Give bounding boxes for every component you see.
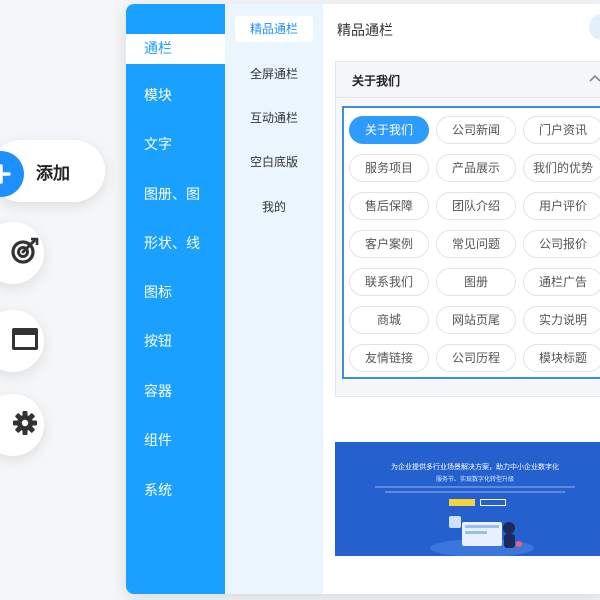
content-title: 精品通栏 — [337, 23, 393, 39]
content-toggle[interactable] — [589, 14, 600, 40]
category-item-text[interactable]: 文字 — [126, 130, 225, 160]
tag-item[interactable]: 用户评价 — [523, 192, 600, 220]
tag-item[interactable]: 友情链接 — [349, 344, 429, 372]
subcategory-item-blank[interactable]: 空白底版 — [235, 149, 313, 175]
tag-item[interactable]: 公司报价 — [523, 230, 600, 258]
tag-about-us[interactable]: 关于我们 — [349, 116, 429, 144]
tag-item[interactable]: 联系我们 — [349, 268, 429, 296]
promo-button-secondary — [480, 499, 506, 506]
category-item-shapes[interactable]: 形状、线 — [126, 229, 225, 259]
tag-item[interactable]: 实力说明 — [523, 306, 600, 334]
category-item-widgets[interactable]: 组件 — [126, 426, 225, 456]
subcategory-item-mine[interactable]: 我的 — [235, 194, 313, 220]
target-button[interactable] — [0, 222, 44, 284]
template-preview-banner[interactable]: 为企业提供多行业场景解决方案，助力中小企业数字化 服务节、实现数字化转型升级 — [335, 442, 600, 556]
floating-toolbar: 添加 — [0, 0, 130, 600]
category-item-containers[interactable]: 容器 — [126, 377, 225, 407]
tag-grid: 关于我们 公司新闻 门户资讯 服务项目 产品展示 我们的优势 售后保障 团队介绍… — [342, 106, 600, 379]
category-item-buttons[interactable]: 按钮 — [126, 327, 225, 357]
tag-item[interactable]: 模块标题 — [523, 344, 600, 372]
component-panel: 通栏 模块 文字 图册、图 形状、线 图标 按钮 容器 组件 系统 精品通栏 全… — [126, 4, 600, 594]
add-label: 添加 — [36, 164, 70, 184]
gear-icon — [11, 409, 39, 441]
tag-item[interactable]: 网站页尾 — [436, 306, 516, 334]
category-item-icons[interactable]: 图标 — [126, 278, 225, 308]
card-header[interactable]: 关于我们 — [336, 62, 600, 98]
chevron-up-icon[interactable] — [588, 71, 600, 90]
tag-item[interactable]: 公司新闻 — [436, 116, 516, 144]
tag-item[interactable]: 团队介绍 — [436, 192, 516, 220]
promo-body-lines — [375, 486, 575, 493]
target-icon — [10, 236, 40, 270]
tag-item[interactable]: 服务项目 — [349, 154, 429, 182]
promo-heading: 为企业提供多行业场景解决方案，助力中小企业数字化 — [391, 463, 559, 471]
subcategory-list: 精品通栏 全屏通栏 互动通栏 空白底版 我的 — [225, 4, 323, 594]
subcategory-item-interactive[interactable]: 互动通栏 — [235, 105, 313, 131]
tag-item[interactable]: 常见问题 — [436, 230, 516, 258]
tag-item[interactable]: 公司历程 — [436, 344, 516, 372]
tag-item[interactable]: 客户案例 — [349, 230, 429, 258]
window-icon — [11, 326, 39, 356]
layout-button[interactable] — [0, 310, 44, 372]
card-title: 关于我们 — [352, 74, 401, 88]
plus-icon — [0, 151, 24, 197]
subcategory-item-fullscreen[interactable]: 全屏通栏 — [235, 61, 313, 87]
tag-item[interactable]: 通栏广告 — [523, 268, 600, 296]
category-item-system[interactable]: 系统 — [126, 476, 225, 506]
category-item-tonglan[interactable]: 通栏 — [126, 34, 225, 64]
category-item-gallery[interactable]: 图册、图 — [126, 180, 225, 210]
settings-button[interactable] — [0, 394, 44, 456]
category-item-modules[interactable]: 模块 — [126, 81, 225, 111]
tag-item[interactable]: 我们的优势 — [523, 154, 600, 182]
template-card: 关于我们 关于我们 公司新闻 门户资讯 服务项目 产品展示 我们的优势 售后保障… — [335, 61, 600, 397]
tag-item[interactable]: 产品展示 — [436, 154, 516, 182]
tag-item[interactable]: 售后保障 — [349, 192, 429, 220]
add-button[interactable]: 添加 — [0, 140, 105, 202]
content-area: 精品通栏 关于我们 关于我们 公司新闻 门户资讯 服务项目 产品展示 我们的优势… — [323, 4, 600, 594]
promo-subheading: 服务节、实现数字化转型升级 — [435, 476, 514, 483]
tag-item[interactable]: 图册 — [436, 268, 516, 296]
subcategory-item-premium[interactable]: 精品通栏 — [235, 16, 313, 42]
tag-item[interactable]: 商城 — [349, 306, 429, 334]
promo-button-primary — [449, 499, 475, 506]
category-sidebar: 通栏 模块 文字 图册、图 形状、线 图标 按钮 容器 组件 系统 — [126, 4, 225, 594]
promo-illustration — [430, 516, 534, 556]
tag-item[interactable]: 门户资讯 — [523, 116, 600, 144]
